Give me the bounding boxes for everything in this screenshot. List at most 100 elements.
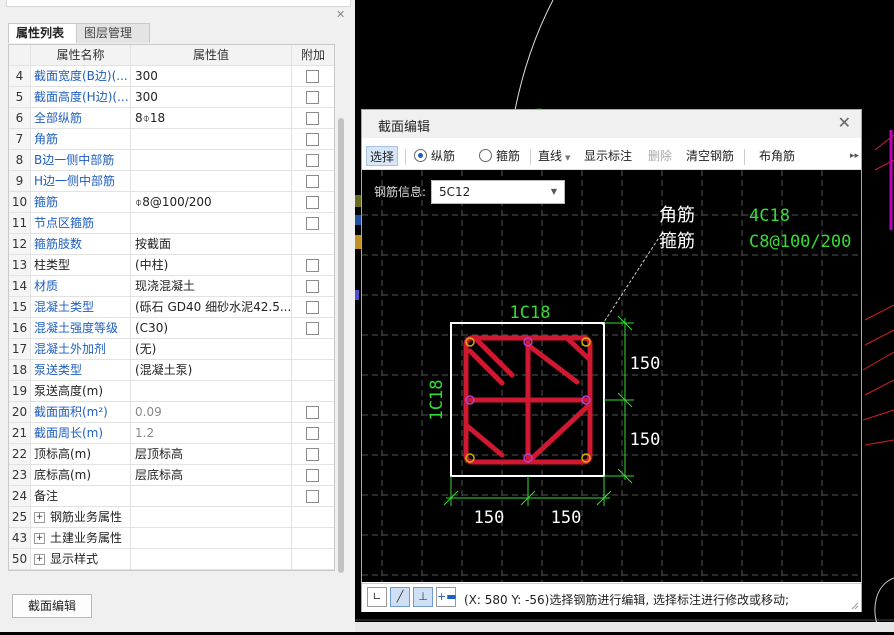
- table-row[interactable]: 24 备注: [9, 486, 334, 507]
- extra-checkbox[interactable]: [306, 196, 319, 209]
- property-value[interactable]: ⌽8@100/200: [131, 192, 292, 212]
- property-value[interactable]: [131, 150, 292, 170]
- dialog-close-icon[interactable]: ✕: [838, 113, 851, 132]
- ortho-snap-icon[interactable]: ∟: [367, 587, 387, 607]
- stirrup-radio[interactable]: 箍筋: [479, 146, 520, 166]
- stirrup-value[interactable]: C8@100/200: [749, 232, 851, 252]
- table-row[interactable]: 5 截面高度(H边)(... 300: [9, 87, 334, 108]
- property-value[interactable]: (中柱): [131, 255, 292, 275]
- property-value[interactable]: (混凝土泵): [131, 360, 292, 380]
- property-value[interactable]: 0.09: [131, 402, 292, 422]
- line-dropdown[interactable]: 直线 ▼: [538, 146, 570, 166]
- property-value[interactable]: [131, 507, 292, 527]
- extra-checkbox[interactable]: [306, 217, 319, 230]
- table-row[interactable]: 14 材质 现浇混凝土: [9, 276, 334, 297]
- table-row[interactable]: 20 截面面积(m²) 0.09: [9, 402, 334, 423]
- table-row[interactable]: 9 H边一侧中部筋: [9, 171, 334, 192]
- panel-close-icon[interactable]: ✕: [336, 9, 345, 21]
- line-snap-icon[interactable]: ╱: [390, 587, 410, 607]
- property-value[interactable]: 1.2: [131, 423, 292, 443]
- property-value[interactable]: [131, 528, 292, 548]
- left-rebar-text[interactable]: 1C18: [427, 380, 447, 421]
- extra-checkbox[interactable]: [306, 112, 319, 125]
- longitudinal-radio[interactable]: 纵筋: [414, 146, 455, 166]
- extra-checkbox[interactable]: [306, 406, 319, 419]
- dim-bottom-right-text[interactable]: 150: [551, 508, 582, 528]
- section-edit-button[interactable]: 截面编辑: [12, 594, 92, 618]
- add-annotation-icon[interactable]: +▬: [436, 587, 457, 607]
- perpendicular-snap-icon[interactable]: ⊥: [413, 587, 433, 607]
- expand-plus-icon[interactable]: +: [34, 554, 45, 565]
- delete-button[interactable]: 删除: [648, 146, 672, 166]
- corner-rebar-value[interactable]: 4C18: [749, 206, 790, 226]
- clear-rebar-button[interactable]: 清空钢筋: [686, 146, 734, 166]
- extra-checkbox[interactable]: [306, 133, 319, 146]
- table-row[interactable]: 15 混凝土类型 (砾石 GD40 细砂水泥42.5...: [9, 297, 334, 318]
- resize-grip-icon[interactable]: [851, 602, 859, 610]
- table-row[interactable]: 43 + 土建业务属性: [9, 528, 334, 549]
- table-row[interactable]: 8 B边一侧中部筋: [9, 150, 334, 171]
- dialog-titlebar[interactable]: 截面编辑 ✕: [362, 110, 861, 138]
- extra-checkbox[interactable]: [306, 322, 319, 335]
- table-row[interactable]: 21 截面周长(m) 1.2: [9, 423, 334, 444]
- top-rebar-text[interactable]: 1C18: [510, 303, 551, 323]
- property-value[interactable]: [131, 549, 292, 569]
- property-value[interactable]: 层底标高: [131, 465, 292, 485]
- extra-checkbox[interactable]: [306, 175, 319, 188]
- table-row[interactable]: 4 截面宽度(B边)(... 300: [9, 66, 334, 87]
- property-value[interactable]: [131, 381, 292, 401]
- select-button[interactable]: 选择: [366, 146, 398, 166]
- section-drawing-area[interactable]: 1C18 1C18 150 150 150 150 角筋 箍筋 4C18 C8@…: [362, 170, 861, 582]
- panel-scrollbar[interactable]: [335, 118, 347, 573]
- property-value[interactable]: (无): [131, 339, 292, 359]
- property-value[interactable]: [131, 213, 292, 233]
- property-value[interactable]: 现浇混凝土: [131, 276, 292, 296]
- expand-plus-icon[interactable]: +: [34, 533, 45, 544]
- rebar-info-select[interactable]: 5C12 ▼: [431, 180, 565, 204]
- place-corner-rebar-button[interactable]: 布角筋: [759, 146, 795, 166]
- table-row[interactable]: 16 混凝土强度等级 (C30): [9, 318, 334, 339]
- table-row[interactable]: 10 箍筋 ⌽8@100/200: [9, 192, 334, 213]
- table-row[interactable]: 17 混凝土外加剂 (无): [9, 339, 334, 360]
- table-row[interactable]: 11 节点区箍筋: [9, 213, 334, 234]
- property-value[interactable]: [131, 486, 292, 506]
- expand-plus-icon[interactable]: +: [34, 512, 45, 523]
- table-row[interactable]: 22 顶标高(m) 层顶标高: [9, 444, 334, 465]
- table-row[interactable]: 13 柱类型 (中柱): [9, 255, 334, 276]
- extra-checkbox[interactable]: [306, 91, 319, 104]
- property-value[interactable]: 8⌽18: [131, 108, 292, 128]
- property-value[interactable]: 层顶标高: [131, 444, 292, 464]
- show-annotation-button[interactable]: 显示标注: [584, 146, 632, 166]
- property-value[interactable]: [131, 129, 292, 149]
- table-row[interactable]: 12 箍筋肢数 按截面: [9, 234, 334, 255]
- extra-checkbox[interactable]: [306, 154, 319, 167]
- dim-right-bottom-text[interactable]: 150: [630, 430, 661, 450]
- table-row[interactable]: 6 全部纵筋 8⌽18: [9, 108, 334, 129]
- table-row[interactable]: 50 + 显示样式: [9, 549, 334, 570]
- dim-bottom-left-text[interactable]: 150: [474, 508, 505, 528]
- extra-checkbox[interactable]: [306, 448, 319, 461]
- table-row[interactable]: 23 底标高(m) 层底标高: [9, 465, 334, 486]
- dim-right-top-text[interactable]: 150: [630, 354, 661, 374]
- table-row[interactable]: 18 泵送类型 (混凝土泵): [9, 360, 334, 381]
- extra-checkbox[interactable]: [306, 280, 319, 293]
- extra-checkbox[interactable]: [306, 259, 319, 272]
- scrollbar-thumb[interactable]: [338, 118, 344, 573]
- toolbar-overflow-icon[interactable]: ▸▸: [850, 146, 859, 166]
- tab-layer-management[interactable]: 图层管理: [76, 23, 150, 43]
- property-value[interactable]: 按截面: [131, 234, 292, 254]
- extra-checkbox[interactable]: [306, 469, 319, 482]
- table-row[interactable]: 25 + 钢筋业务属性: [9, 507, 334, 528]
- tab-property-list[interactable]: 属性列表: [8, 23, 84, 43]
- table-row[interactable]: 7 角筋: [9, 129, 334, 150]
- property-value[interactable]: (C30): [131, 318, 292, 338]
- extra-checkbox[interactable]: [306, 301, 319, 314]
- extra-checkbox[interactable]: [306, 70, 319, 83]
- extra-checkbox[interactable]: [306, 490, 319, 503]
- stirrups[interactable]: [463, 335, 593, 465]
- property-value[interactable]: [131, 171, 292, 191]
- property-value[interactable]: 300: [131, 87, 292, 107]
- property-value[interactable]: 300: [131, 66, 292, 86]
- extra-checkbox[interactable]: [306, 427, 319, 440]
- table-row[interactable]: 19 泵送高度(m): [9, 381, 334, 402]
